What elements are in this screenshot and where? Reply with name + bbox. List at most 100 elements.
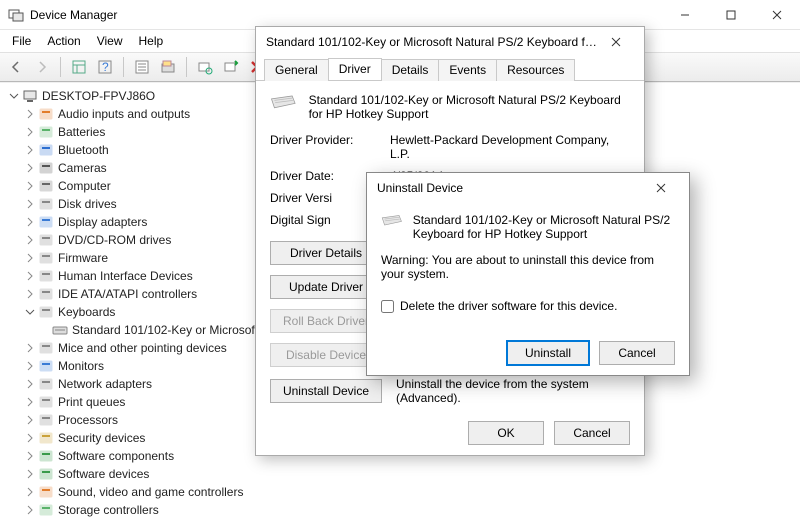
chevron-right-icon[interactable] <box>24 180 36 192</box>
confirm-titlebar[interactable]: Uninstall Device <box>367 173 689 203</box>
chevron-right-icon[interactable] <box>24 360 36 372</box>
menu-action[interactable]: Action <box>39 32 88 50</box>
tree-item-label: Cameras <box>58 161 107 175</box>
tree-item-label: Audio inputs and outputs <box>58 107 190 121</box>
cancel-button[interactable]: Cancel <box>554 421 630 445</box>
chevron-right-icon[interactable] <box>24 162 36 174</box>
category-icon <box>38 196 54 212</box>
category-icon <box>38 286 54 302</box>
toolbar-divider <box>123 57 124 77</box>
category-icon <box>38 214 54 230</box>
tab-resources[interactable]: Resources <box>496 59 575 81</box>
tree-item-label: Disk drives <box>58 197 117 211</box>
delete-driver-checkbox-row[interactable]: Delete the driver software for this devi… <box>381 299 675 313</box>
add-legacy-button[interactable] <box>219 55 243 79</box>
confirm-close-button[interactable] <box>643 174 679 202</box>
category-icon <box>38 484 54 500</box>
confirm-title: Uninstall Device <box>377 181 643 195</box>
chevron-right-icon[interactable] <box>24 450 36 462</box>
help-topic-button[interactable]: ? <box>93 55 117 79</box>
chevron-right-icon[interactable] <box>24 288 36 300</box>
tree-item-label: Keyboards <box>58 305 115 319</box>
category-icon <box>38 502 54 518</box>
category-icon <box>38 394 54 410</box>
menu-help[interactable]: Help <box>131 32 172 50</box>
driver-provider-value: Hewlett-Packard Development Company, L.P… <box>390 133 630 161</box>
tree-item-label: Software components <box>58 449 174 463</box>
tab-events[interactable]: Events <box>438 59 497 81</box>
window-title: Device Manager <box>30 8 117 22</box>
category-icon <box>38 268 54 284</box>
chevron-right-icon[interactable] <box>24 270 36 282</box>
delete-driver-checkbox[interactable] <box>381 300 394 313</box>
chevron-right-icon[interactable] <box>24 504 36 516</box>
tree-item-label: Firmware <box>58 251 108 265</box>
tree-item-label: Security devices <box>58 431 145 445</box>
tree-item[interactable]: Storage controllers <box>4 501 796 518</box>
uninstall-confirm-dialog: Uninstall Device Standard 101/102-Key or… <box>366 172 690 376</box>
chevron-down-icon[interactable] <box>24 306 36 318</box>
uninstall-device-desc: Uninstall the device from the system (Ad… <box>396 377 630 405</box>
category-icon <box>38 106 54 122</box>
tree-item-label: Sound, video and game controllers <box>58 485 243 499</box>
chevron-right-icon[interactable] <box>24 414 36 426</box>
tree-item[interactable]: Sound, video and game controllers <box>4 483 796 501</box>
tree-item[interactable]: Software devices <box>4 465 796 483</box>
category-icon <box>38 340 54 356</box>
back-button[interactable] <box>4 55 28 79</box>
device-manager-icon <box>8 7 24 23</box>
scan-button[interactable] <box>193 55 217 79</box>
category-icon <box>38 178 54 194</box>
tab-general[interactable]: General <box>264 59 329 81</box>
tree-item-label: Display adapters <box>58 215 147 229</box>
keyboard-icon <box>52 322 68 338</box>
driver-provider-label: Driver Provider: <box>270 133 390 161</box>
forward-button[interactable] <box>30 55 54 79</box>
category-icon <box>38 232 54 248</box>
tree-item-label: Software devices <box>58 467 149 481</box>
chevron-right-icon[interactable] <box>24 216 36 228</box>
chevron-right-icon[interactable] <box>24 432 36 444</box>
chevron-right-icon[interactable] <box>24 486 36 498</box>
chevron-right-icon[interactable] <box>24 144 36 156</box>
dialog-titlebar[interactable]: Standard 101/102-Key or Microsoft Natura… <box>256 27 644 57</box>
tab-driver[interactable]: Driver <box>328 58 382 80</box>
category-icon <box>38 358 54 374</box>
update-driver-button[interactable] <box>156 55 180 79</box>
confirm-cancel-button[interactable]: Cancel <box>599 341 675 365</box>
chevron-right-icon[interactable] <box>24 252 36 264</box>
chevron-right-icon[interactable] <box>24 126 36 138</box>
chevron-right-icon[interactable] <box>24 198 36 210</box>
ok-button[interactable]: OK <box>468 421 544 445</box>
chevron-right-icon[interactable] <box>24 378 36 390</box>
svg-text:?: ? <box>102 60 109 74</box>
category-icon <box>38 448 54 464</box>
chevron-right-icon[interactable] <box>24 468 36 480</box>
keyboard-icon <box>381 213 403 237</box>
chevron-right-icon[interactable] <box>24 396 36 408</box>
uninstall-device-button[interactable]: Uninstall Device <box>270 379 382 403</box>
dialog-close-button[interactable] <box>598 28 634 56</box>
tree-item-label: Print queues <box>58 395 125 409</box>
window-maximize[interactable] <box>708 0 754 30</box>
properties-button[interactable] <box>130 55 154 79</box>
chevron-down-icon[interactable] <box>8 90 20 102</box>
window-minimize[interactable] <box>662 0 708 30</box>
confirm-uninstall-button[interactable]: Uninstall <box>507 341 589 365</box>
chevron-right-icon[interactable] <box>24 108 36 120</box>
dialog-tabs: General Driver Details Events Resources <box>256 57 644 81</box>
category-icon <box>38 142 54 158</box>
menu-view[interactable]: View <box>89 32 131 50</box>
chevron-right-icon[interactable] <box>24 234 36 246</box>
window-close[interactable] <box>754 0 800 30</box>
tree-item-label: Bluetooth <box>58 143 109 157</box>
show-hide-tree-button[interactable] <box>67 55 91 79</box>
dialog-title: Standard 101/102-Key or Microsoft Natura… <box>266 35 598 49</box>
keyboard-icon <box>270 93 297 117</box>
tab-details[interactable]: Details <box>381 59 440 81</box>
chevron-right-icon[interactable] <box>24 342 36 354</box>
tree-item-label: Processors <box>58 413 118 427</box>
category-icon <box>38 304 54 320</box>
category-icon <box>38 412 54 428</box>
menu-file[interactable]: File <box>4 32 39 50</box>
